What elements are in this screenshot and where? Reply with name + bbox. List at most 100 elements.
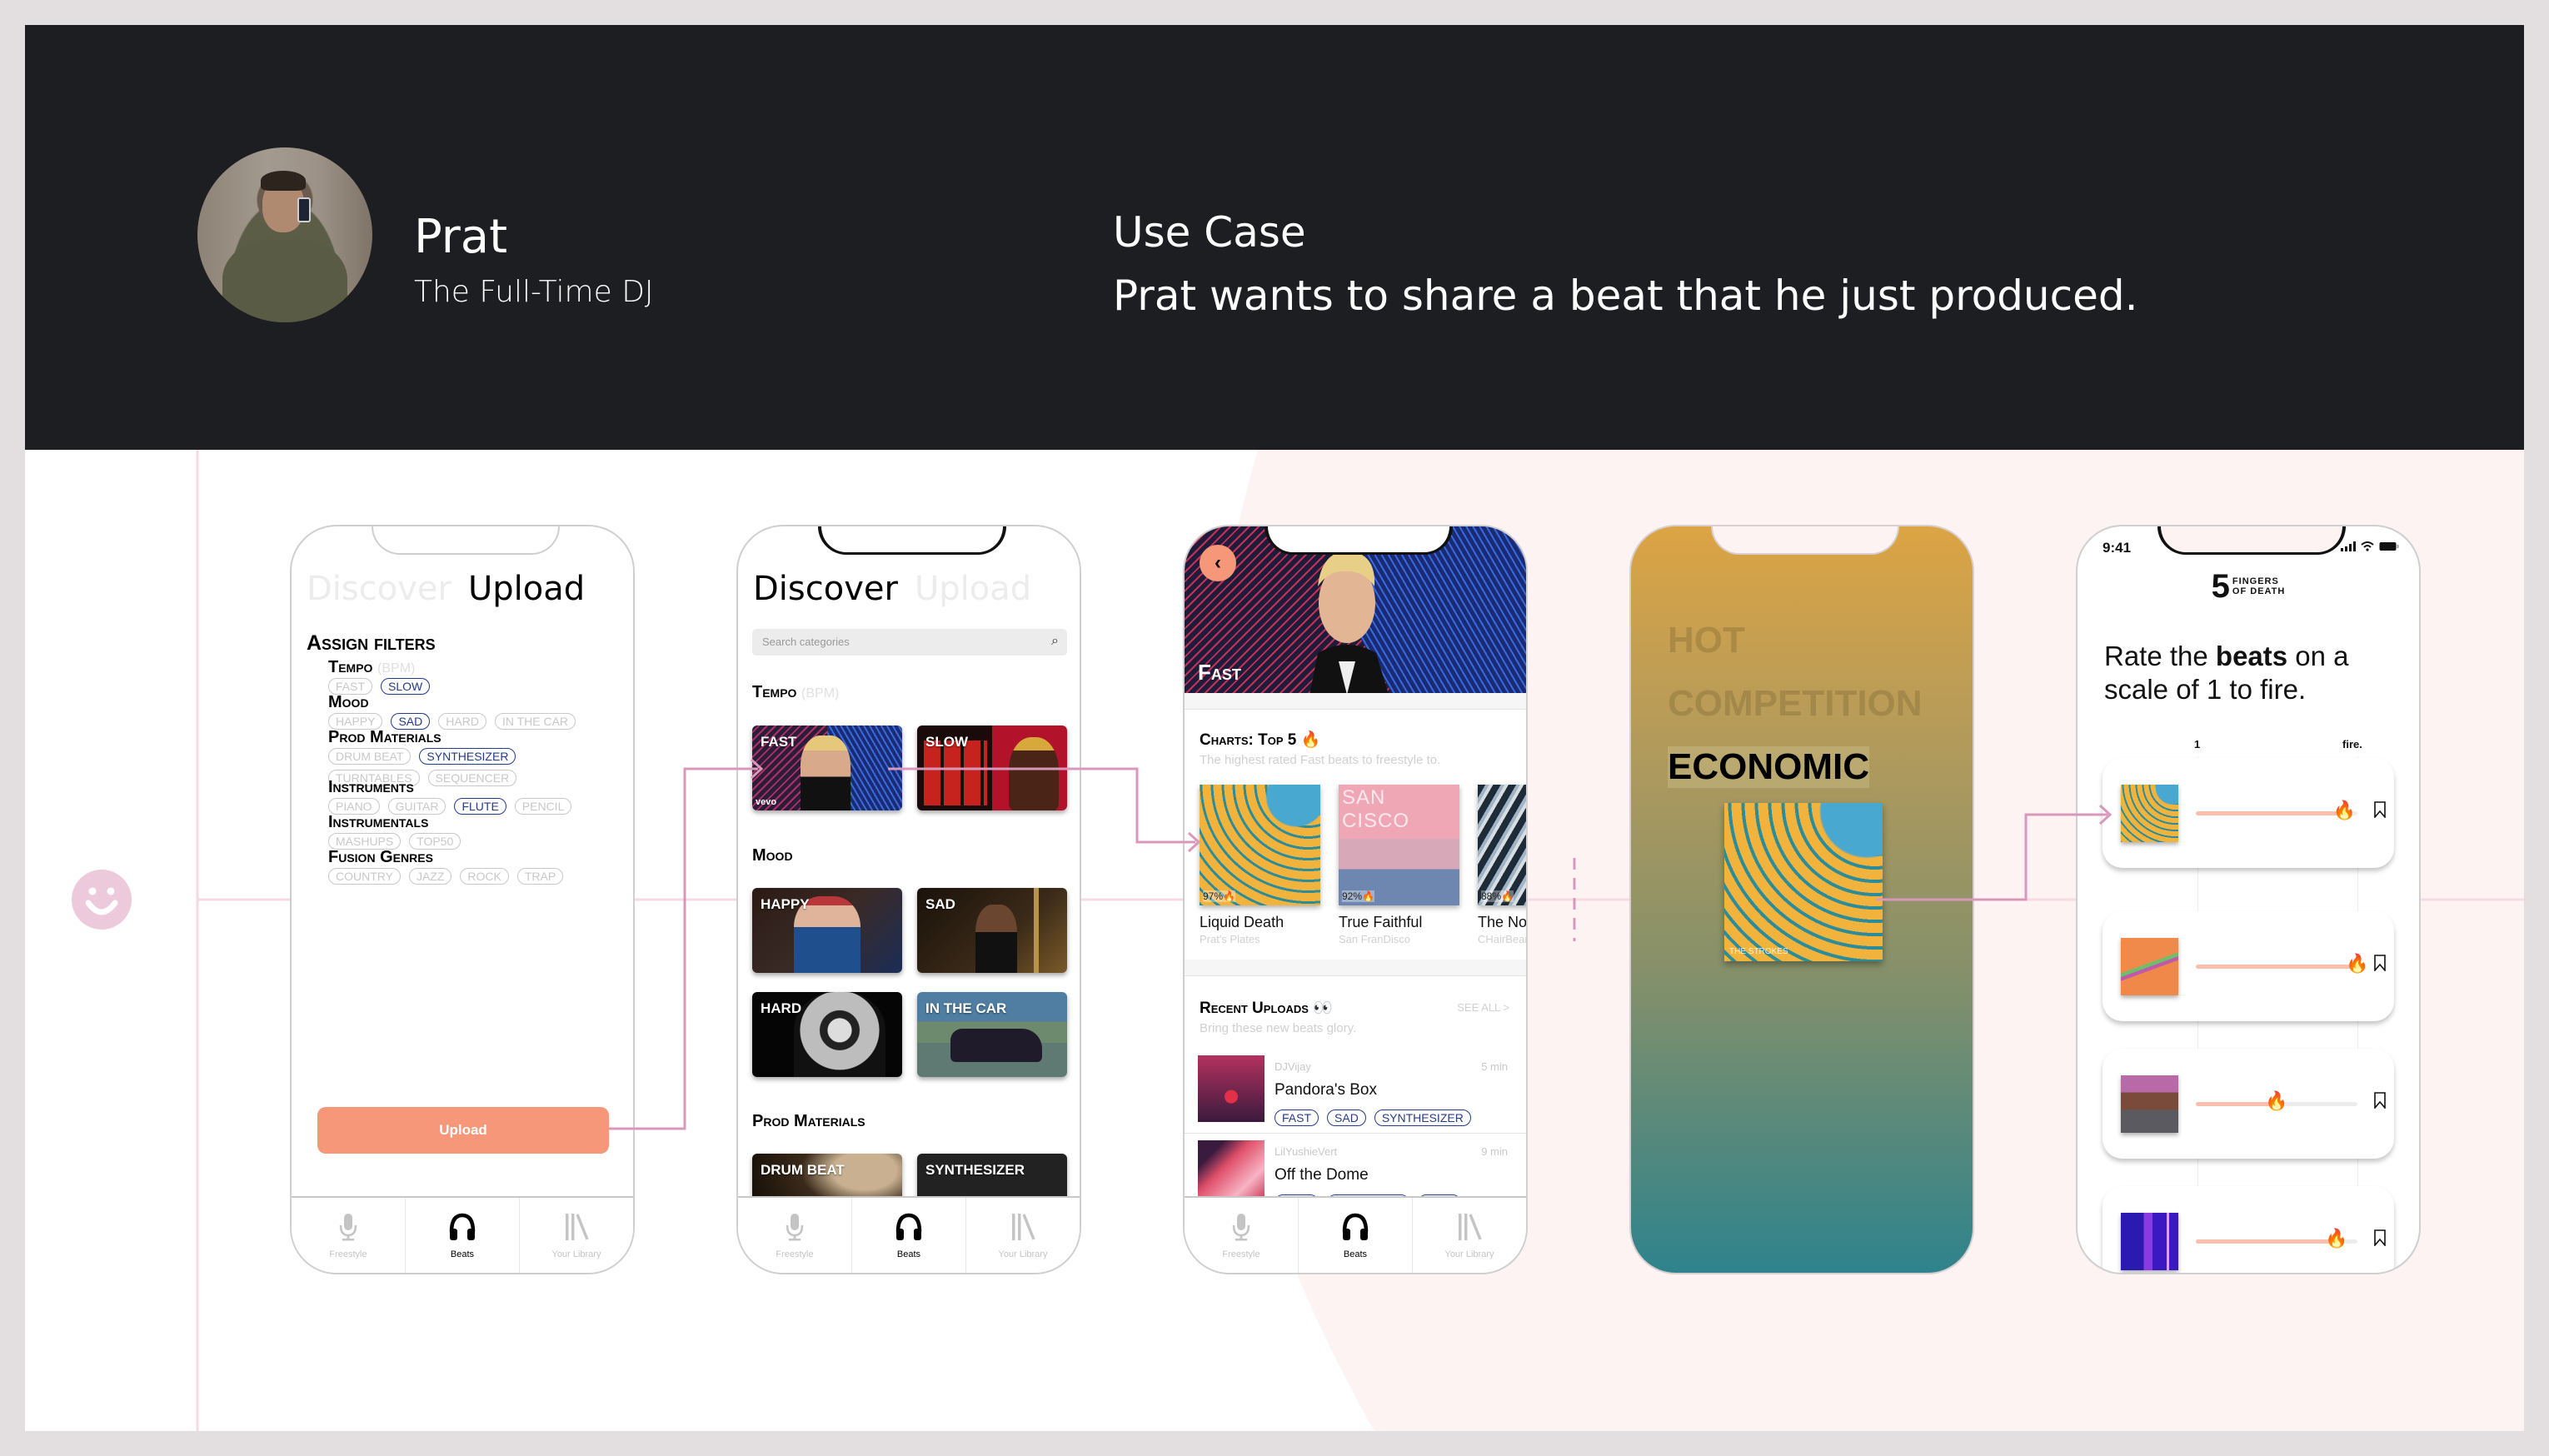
chart-title: True Faithful: [1339, 914, 1423, 930]
tile-label: SYNTHESIZER: [925, 1162, 1025, 1178]
phone-notch: [1265, 526, 1453, 555]
category-tile-happy[interactable]: HAPPY: [752, 888, 902, 973]
headphones-icon: [1339, 1212, 1371, 1244]
filter-chip[interactable]: IN THE CAR: [494, 713, 576, 730]
filter-chip[interactable]: SLOW: [381, 678, 431, 695]
tag-chip[interactable]: SAD: [1327, 1109, 1366, 1126]
rating-slider[interactable]: 🔥: [2196, 1228, 2357, 1249]
category-competition[interactable]: COMPETITION: [1668, 683, 1923, 725]
filter-chip[interactable]: ROCK: [460, 868, 509, 885]
phone-fast-category-screen: Fast ‹ Charts: Top 5 🔥 The highest rated…: [1183, 525, 1528, 1274]
filter-chip[interactable]: DRUM BEAT: [328, 748, 412, 765]
chart-album[interactable]: SAN CISCO 92%🔥: [1339, 785, 1459, 905]
bookmark-icon[interactable]: [2374, 801, 2386, 818]
rating-slider[interactable]: 🔥: [2196, 800, 2357, 820]
chart-title: The Not: [1478, 914, 1528, 930]
library-icon: [1007, 1212, 1039, 1244]
tab-bar: Freestyle Beats Your Library: [738, 1196, 1080, 1273]
filter-chip[interactable]: TOP50: [409, 833, 461, 850]
category-tile-fast[interactable]: FAST vevo: [752, 726, 902, 810]
tab-beats[interactable]: Beats: [406, 1198, 520, 1273]
filter-chip[interactable]: GUITAR: [387, 798, 446, 815]
back-button[interactable]: ‹: [1200, 545, 1236, 581]
filter-chip[interactable]: JAZZ: [408, 868, 452, 885]
phone-notch: [1711, 526, 1899, 555]
tab-freestyle[interactable]: Freestyle: [738, 1198, 852, 1273]
search-icon[interactable]: ⌕: [1051, 634, 1059, 649]
beat-cover[interactable]: [2121, 938, 2178, 995]
beat-cover[interactable]: [2121, 1213, 2178, 1270]
beat-cover[interactable]: [2121, 785, 2178, 842]
chart-artist: San FranDisco: [1339, 933, 1410, 945]
status-time: 9:41: [2103, 540, 2132, 556]
album-cover[interactable]: THE STROKES: [1724, 803, 1883, 961]
filter-chip[interactable]: PIANO: [328, 798, 380, 815]
fire-slider-handle-icon[interactable]: 🔥: [2265, 1090, 2287, 1112]
category-tile-sad[interactable]: SAD: [917, 888, 1067, 973]
section-prod-materials: Prod Materials: [752, 1112, 865, 1130]
filter-chip[interactable]: PENCIL: [514, 798, 572, 815]
rating-slider[interactable]: 🔥: [2196, 953, 2369, 974]
upload-button[interactable]: Upload: [317, 1107, 609, 1154]
recent-uploads-subtitle: Bring these new beats glory.: [1200, 1021, 1357, 1035]
upload-cover[interactable]: [1198, 1055, 1265, 1122]
filter-chip[interactable]: COUNTRY: [328, 868, 401, 885]
filter-chip[interactable]: FAST: [328, 678, 373, 695]
tag-chip[interactable]: SYNTHESIZER: [1374, 1109, 1471, 1126]
tab-your-library[interactable]: Your Library: [966, 1198, 1080, 1273]
beat-cover[interactable]: [2121, 1075, 2178, 1133]
persona-avatar: [197, 147, 372, 322]
see-all-link[interactable]: SEE ALL >: [1457, 1001, 1509, 1014]
tab-discover[interactable]: Discover: [753, 570, 898, 608]
filter-chip[interactable]: SAD: [391, 713, 431, 730]
upload-title[interactable]: Off the Dome: [1274, 1166, 1369, 1184]
phone-upload-screen: Discover Upload Assign filters Tempo (BPM…: [290, 525, 635, 1274]
filter-chip[interactable]: FLUTE: [454, 798, 506, 815]
tile-label: FAST: [761, 734, 797, 750]
filter-chip[interactable]: TRAP: [516, 868, 564, 885]
hero-title: Fast: [1198, 660, 1241, 685]
tab-upload[interactable]: Upload: [915, 570, 1031, 608]
bookmark-icon[interactable]: [2374, 955, 2386, 971]
tab-beats[interactable]: Beats: [1299, 1198, 1413, 1273]
category-economic[interactable]: ECONOMIC: [1668, 746, 1869, 788]
bookmark-icon[interactable]: [2374, 1092, 2386, 1109]
fire-slider-handle-icon[interactable]: 🔥: [2325, 1228, 2347, 1249]
category-tile-in-the-car[interactable]: IN THE CAR: [917, 992, 1067, 1077]
filter-chip[interactable]: SYNTHESIZER: [419, 748, 516, 765]
upload-title[interactable]: Pandora's Box: [1274, 1081, 1377, 1099]
tile-label: SLOW: [925, 734, 968, 750]
tab-freestyle[interactable]: Freestyle: [292, 1198, 406, 1273]
filter-chip-row: COUNTRY JAZZ ROCK TRAP: [328, 868, 564, 885]
category-tile-hard[interactable]: HARD: [752, 992, 902, 1077]
tab-your-library[interactable]: Your Library: [520, 1198, 633, 1273]
filter-chip[interactable]: HAPPY: [328, 713, 383, 730]
section-tempo: Tempo (BPM): [752, 683, 840, 701]
filter-chip[interactable]: HARD: [438, 713, 486, 730]
tab-your-library[interactable]: Your Library: [1413, 1198, 1526, 1273]
smiley-icon: [72, 870, 132, 930]
fire-slider-handle-icon[interactable]: 🔥: [2333, 800, 2356, 821]
upload-time: 5 min: [1481, 1060, 1508, 1073]
filter-chip[interactable]: MASHUPS: [328, 833, 402, 850]
filter-chip-row: HAPPY SAD HARD IN THE CAR: [328, 713, 576, 730]
category-hot[interactable]: HOT: [1668, 620, 1745, 661]
tab-freestyle[interactable]: Freestyle: [1185, 1198, 1299, 1273]
rating-slider[interactable]: 🔥: [2196, 1090, 2357, 1111]
fire-slider-handle-icon[interactable]: 🔥: [2346, 953, 2368, 975]
tab-upload[interactable]: Upload: [468, 570, 585, 608]
chart-album[interactable]: 88%🔥: [1478, 785, 1526, 905]
chart-album[interactable]: 97%🔥: [1200, 785, 1320, 905]
tab-label: Your Library: [998, 1249, 1048, 1259]
category-tile-slow[interactable]: SLOW: [917, 726, 1067, 810]
storyboard-slide: Prat The Full-Time DJ Use Case Prat want…: [25, 25, 2524, 1431]
search-input[interactable]: Search categories ⌕: [752, 629, 1067, 656]
bookmark-icon[interactable]: [2374, 1229, 2386, 1246]
rating-slider-fill: [2196, 811, 2345, 815]
chart-title: Liquid Death: [1200, 914, 1284, 930]
tab-beats[interactable]: Beats: [852, 1198, 966, 1273]
tab-discover[interactable]: Discover: [307, 570, 451, 608]
tag-chip[interactable]: FAST: [1274, 1109, 1319, 1126]
filter-chip-row: MASHUPS TOP50: [328, 833, 461, 850]
filter-chip[interactable]: SEQUENCER: [427, 770, 517, 786]
